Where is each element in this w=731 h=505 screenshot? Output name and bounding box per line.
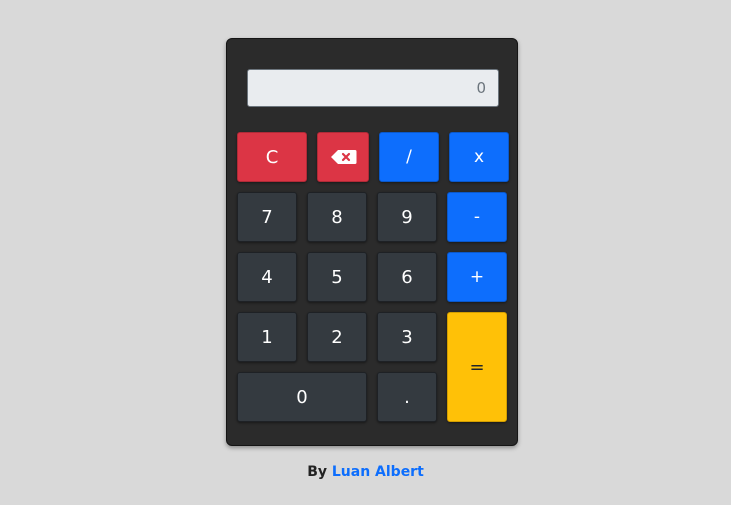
divide-button[interactable]: /	[379, 132, 439, 182]
display: 0	[247, 69, 499, 107]
digit-7-button[interactable]: 7	[237, 192, 297, 242]
digit-0-button[interactable]: 0	[237, 372, 367, 422]
calculator: 0 C / x 7 8 9 - 4 5 6 + 1 2 3 = 0 .	[226, 38, 518, 446]
footer-credit: By Luan Albert	[0, 464, 731, 480]
digit-6-button[interactable]: 6	[377, 252, 437, 302]
digit-1-button[interactable]: 1	[237, 312, 297, 362]
digit-3-button[interactable]: 3	[377, 312, 437, 362]
clear-button[interactable]: C	[237, 132, 307, 182]
add-button[interactable]: +	[447, 252, 507, 302]
digit-2-button[interactable]: 2	[307, 312, 367, 362]
digit-8-button[interactable]: 8	[307, 192, 367, 242]
author-link[interactable]: Luan Albert	[332, 464, 424, 480]
decimal-button[interactable]: .	[377, 372, 437, 422]
equals-button[interactable]: =	[447, 312, 507, 422]
digit-9-button[interactable]: 9	[377, 192, 437, 242]
multiply-button[interactable]: x	[449, 132, 509, 182]
backspace-button[interactable]	[317, 132, 369, 182]
footer-prefix: By	[307, 464, 327, 480]
backspace-icon	[330, 149, 357, 165]
digit-5-button[interactable]: 5	[307, 252, 367, 302]
subtract-button[interactable]: -	[447, 192, 507, 242]
digit-4-button[interactable]: 4	[237, 252, 297, 302]
